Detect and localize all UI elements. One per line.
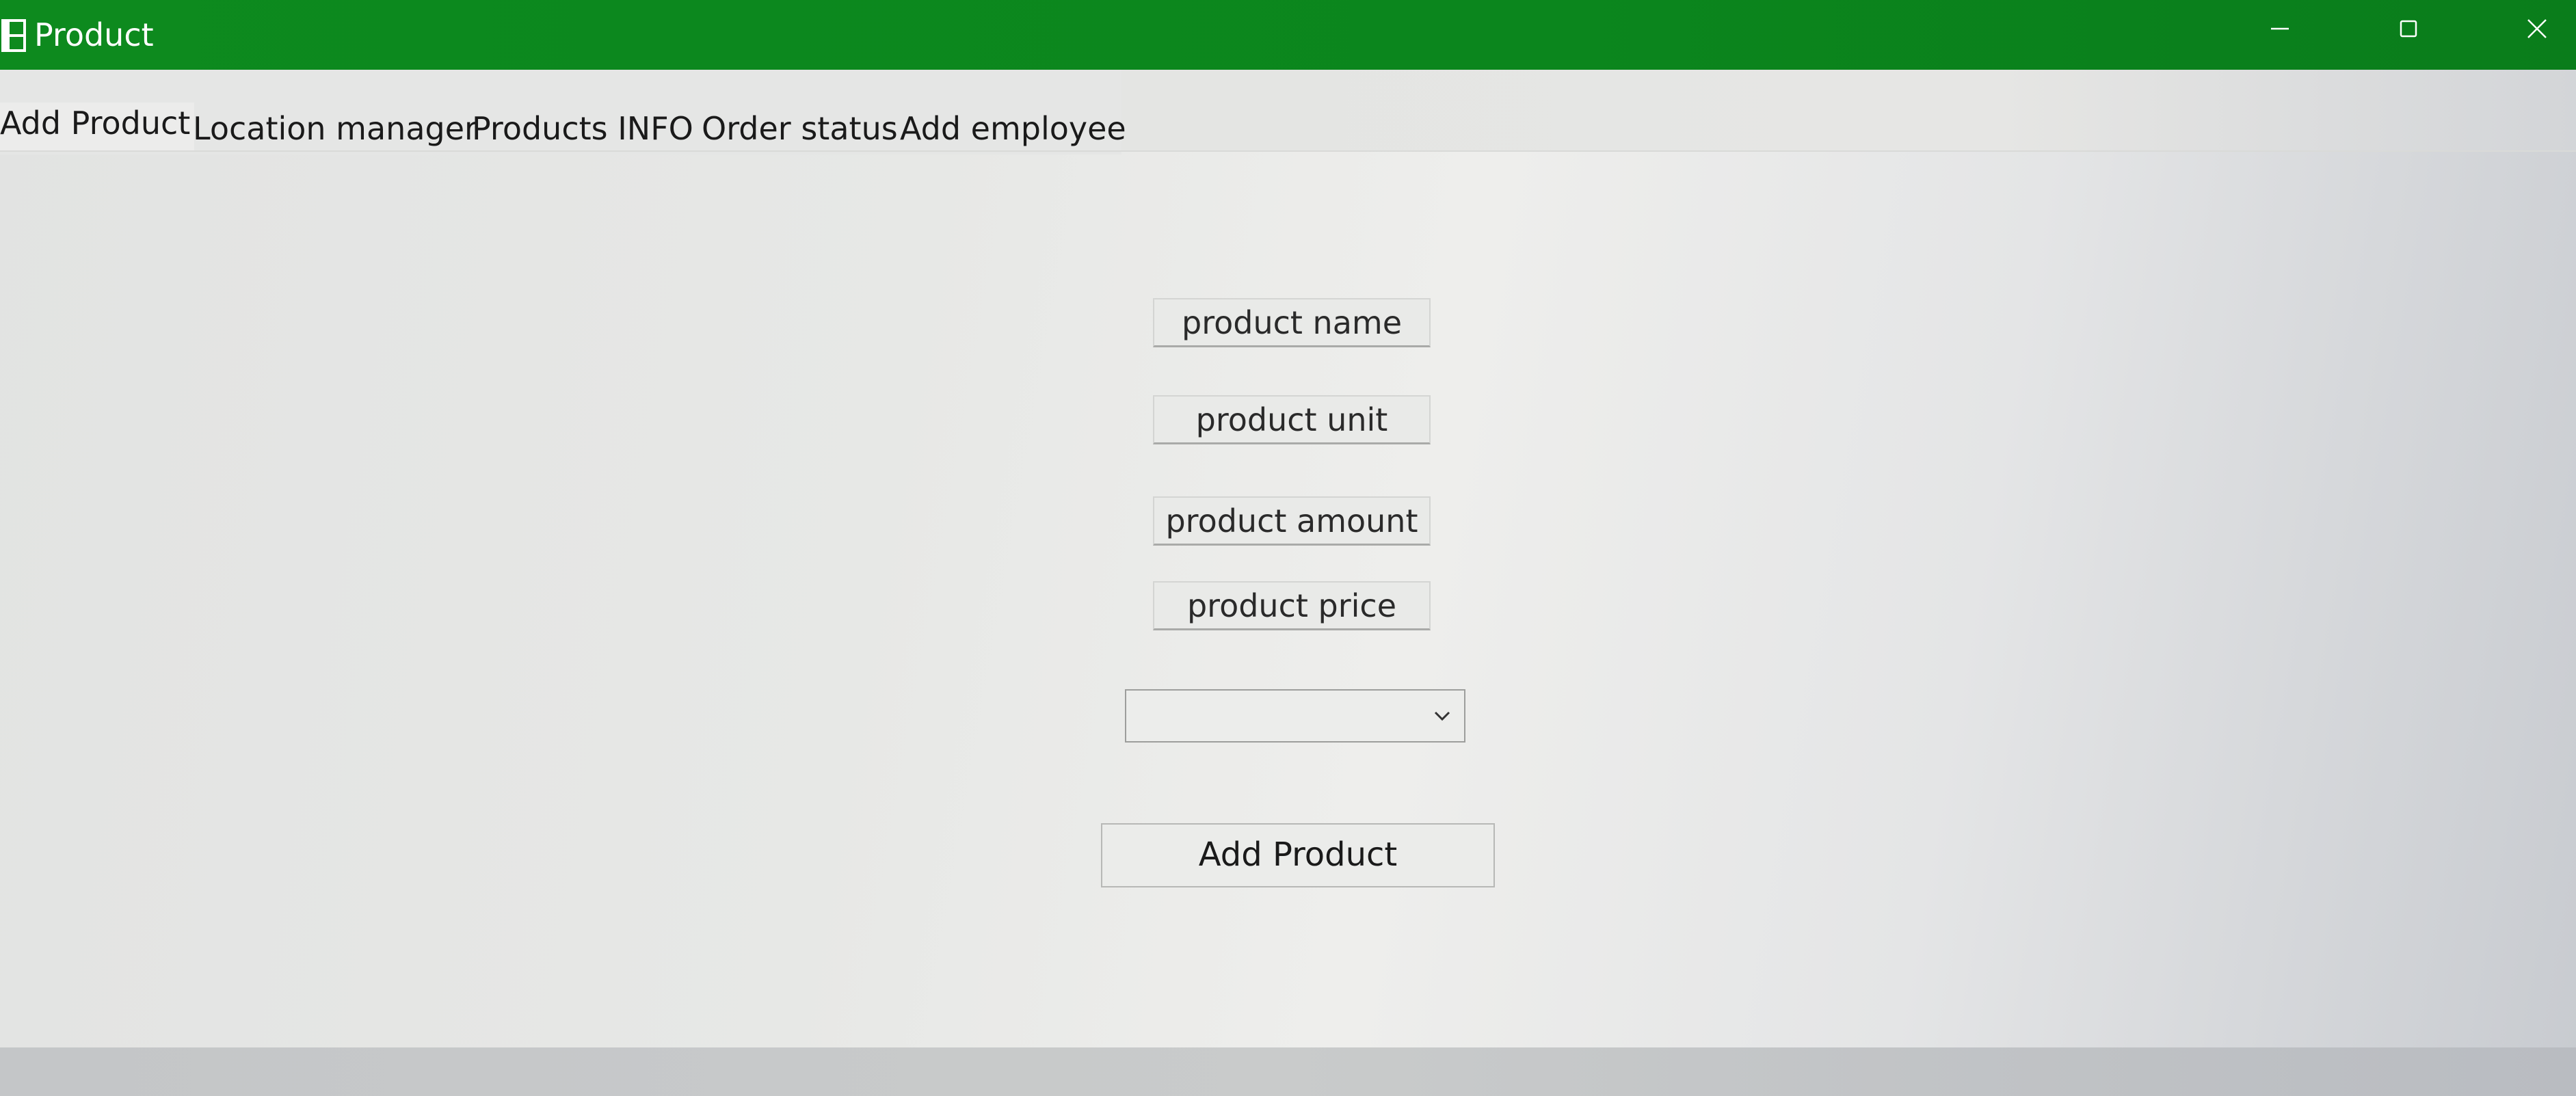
tab-add-product[interactable]: Add Product	[0, 103, 195, 150]
minimize-button[interactable]	[2253, 10, 2307, 48]
tab-location-manager[interactable]: Location manager	[193, 108, 477, 149]
window-title: Product	[34, 16, 154, 53]
maximize-button[interactable]	[2381, 10, 2436, 48]
close-icon	[2527, 19, 2547, 38]
product-unit-label: product unit	[1153, 395, 1431, 444]
add-product-button[interactable]: Add Product	[1101, 823, 1495, 887]
title-bar: Product	[0, 0, 2576, 70]
product-price-label: product price	[1153, 581, 1431, 630]
tab-add-employee[interactable]: Add employee	[900, 108, 1126, 149]
tab-order-status[interactable]: Order status	[702, 108, 898, 149]
product-amount-label: product amount	[1153, 496, 1431, 546]
location-dropdown[interactable]	[1125, 689, 1465, 743]
content-divider	[0, 150, 2576, 152]
bottom-edge	[0, 1047, 2576, 1096]
maximize-icon	[2400, 20, 2417, 38]
close-button[interactable]	[2510, 10, 2564, 48]
minimize-icon	[2271, 27, 2289, 30]
tab-strip-background	[1121, 70, 2576, 150]
chevron-down-icon	[1434, 711, 1450, 721]
product-name-label: product name	[1153, 298, 1431, 347]
tab-products-info[interactable]: Products INFO	[472, 108, 693, 149]
app-window-icon	[1, 19, 26, 52]
